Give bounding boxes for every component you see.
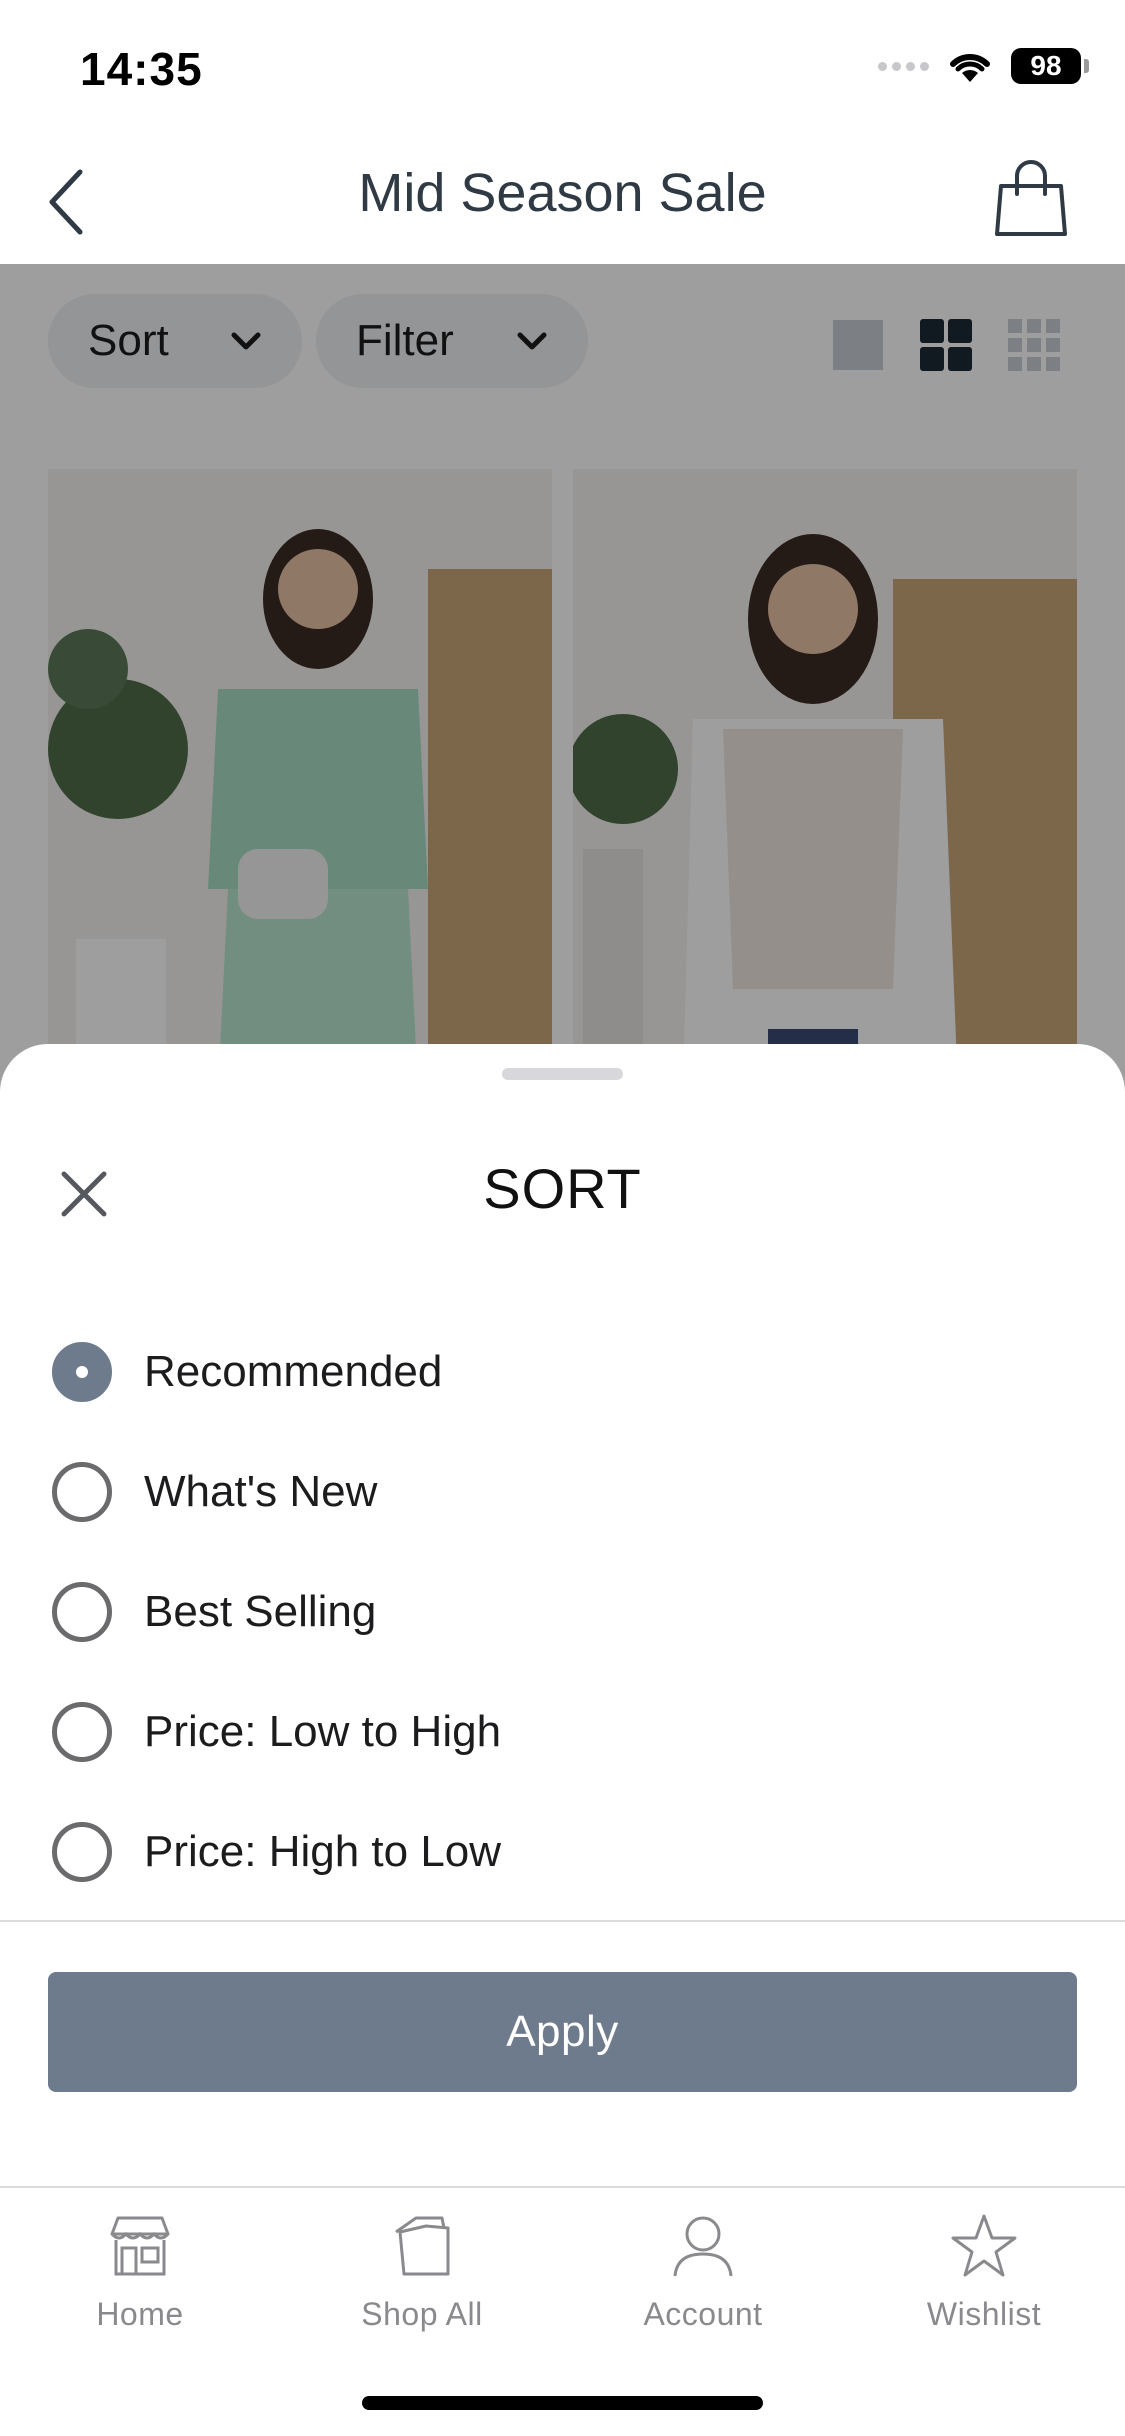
apply-button[interactable]: Apply	[48, 1972, 1077, 2092]
battery-icon: 98	[1011, 48, 1089, 84]
radio-button[interactable]	[52, 1582, 112, 1642]
page-title: Mid Season Sale	[358, 163, 767, 223]
sort-option-whats-new[interactable]: What's New	[52, 1432, 1052, 1552]
home-indicator[interactable]	[362, 2396, 763, 2410]
tab-home[interactable]: Home	[20, 2210, 260, 2333]
cellular-signal-icon	[878, 61, 929, 71]
nav-header: Mid Season Sale	[0, 132, 1125, 264]
sort-option-best-selling[interactable]: Best Selling	[52, 1552, 1052, 1672]
radio-button[interactable]	[52, 1702, 112, 1762]
tab-label: Account	[643, 2296, 763, 2332]
tab-shop-all[interactable]: Shop All	[302, 2210, 542, 2333]
tab-wishlist[interactable]: Wishlist	[864, 2210, 1104, 2333]
sort-options: Recommended What's New Best Selling Pric…	[52, 1312, 1052, 1912]
tags-icon	[395, 2216, 450, 2276]
status-bar: 14:35 98	[0, 0, 1125, 132]
option-label: Price: High to Low	[144, 1827, 502, 1876]
tab-label: Wishlist	[926, 2296, 1042, 2332]
tab-account[interactable]: Account	[583, 2210, 823, 2333]
option-label: Recommended	[144, 1347, 443, 1396]
sort-option-recommended[interactable]: Recommended	[52, 1312, 1052, 1432]
sheet-grabber[interactable]	[502, 1068, 623, 1080]
tab-label: Home	[96, 2296, 184, 2332]
radio-button[interactable]	[52, 1822, 112, 1882]
radio-button-selected[interactable]	[52, 1342, 112, 1402]
option-label: Price: Low to High	[144, 1707, 502, 1756]
option-label: Best Selling	[144, 1587, 377, 1636]
divider	[0, 1920, 1125, 1922]
radio-button[interactable]	[52, 1462, 112, 1522]
option-label: What's New	[144, 1467, 378, 1516]
tab-label: Shop All	[361, 2296, 483, 2332]
sheet-title: SORT	[483, 1157, 642, 1220]
status-indicators: 98	[878, 48, 1089, 84]
star-icon	[951, 2214, 1017, 2277]
sort-option-price-low-high[interactable]: Price: Low to High	[52, 1672, 1052, 1792]
sort-option-price-high-low[interactable]: Price: High to Low	[52, 1792, 1052, 1912]
status-time: 14:35	[80, 43, 203, 95]
wifi-icon	[950, 53, 990, 82]
shopping-bag-icon[interactable]	[993, 158, 1069, 238]
person-icon	[673, 2216, 733, 2277]
store-icon	[110, 2216, 170, 2276]
